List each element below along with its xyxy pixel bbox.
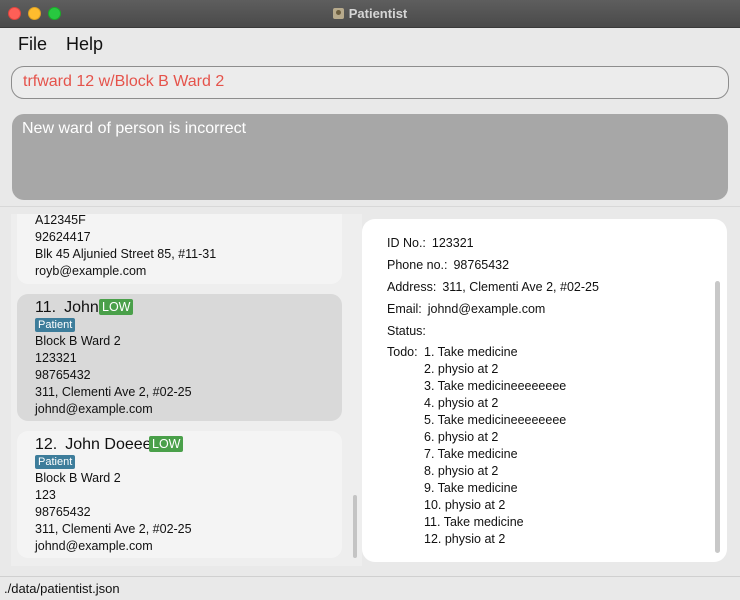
detail-status: Status: [387,324,432,338]
detail-phone-value: 98765432 [453,258,510,272]
todo-item: 12. physio at 2 [424,532,506,546]
person-address: 311, Clementi Ave 2, #02-25 [35,522,192,536]
result-display: New ward of person is incorrect [12,114,728,200]
person-index: 12. [35,436,58,453]
todo-item: 3. Take medicineeeeeeee [424,379,567,393]
detail-email: Email: johnd@example.com [387,302,545,316]
window-title: Patientist [348,6,408,21]
person-id: 123321 [35,351,77,365]
todo-item: 9. Take medicine [424,481,518,495]
data-file-path: ./data/patientist.json [4,581,120,596]
person-list-panel[interactable]: A12345F 92624417 Blk 45 Aljunied Street … [11,214,362,566]
person-email: royb@example.com [35,264,147,278]
todo-item: 1. Take medicine [424,345,518,359]
person-phone: 92624417 [35,230,91,244]
detail-status-label: Status: [387,324,426,338]
todo-item: 2. physio at 2 [424,362,499,376]
person-address: 311, Clementi Ave 2, #02-25 [35,385,192,399]
status-bar: ./data/patientist.json [0,576,740,600]
detail-id-value: 123321 [431,236,474,250]
person-name: 12. John Doeee [35,436,152,454]
person-ward: Block B Ward 2 [35,471,121,485]
todo-item: 4. physio at 2 [424,396,499,410]
person-name-text: John [64,299,99,316]
detail-id: ID No.: 123321 [387,236,474,250]
list-scrollbar[interactable] [353,495,357,558]
todo-item: 8. physio at 2 [424,464,499,478]
todo-item: 7. Take medicine [424,447,518,461]
detail-email-value: johnd@example.com [427,302,546,316]
todo-item: 10. physio at 2 [424,498,506,512]
detail-id-label: ID No.: [387,236,426,250]
person-name-text: John Doeee [65,436,152,453]
person-phone: 98765432 [35,505,91,519]
divider [0,206,740,207]
person-address: Blk 45 Aljunied Street 85, #11-31 [35,247,217,261]
person-card[interactable]: 12. John Doeee LOW Patient Block B Ward 2… [17,431,342,558]
detail-address: Address: 311, Clementi Ave 2, #02-25 [387,280,599,294]
person-details-panel: ID No.: 123321 Phone no.: 98765432 Address… [362,219,727,562]
person-id: 123 [35,488,56,502]
menu-file[interactable]: File [18,34,47,55]
todo-item: 5. Take medicineeeeeeee [424,413,567,427]
todo-item: 11. Take medicine [424,515,524,529]
app-icon [332,8,344,19]
menu-help[interactable]: Help [66,34,103,55]
person-card[interactable]: A12345F 92624417 Blk 45 Aljunied Street … [17,214,342,284]
result-message: New ward of person is incorrect [22,120,247,137]
window-title-group: Patientist [0,6,740,21]
person-phone: 98765432 [35,368,91,382]
menu-bar: File Help [0,28,740,60]
title-bar: Patientist [0,0,740,28]
person-card-selected[interactable]: 11. John LOW Patient Block B Ward 2 12332… [17,294,342,421]
person-id: A12345F [35,214,86,227]
person-ward: Block B Ward 2 [35,334,121,348]
details-scrollbar[interactable] [715,281,720,553]
command-box[interactable] [11,66,729,99]
command-input[interactable] [23,73,713,91]
patient-type-tag: Patient [35,455,76,469]
todo-item: 6. physio at 2 [424,430,499,444]
todo-label: Todo: [387,345,418,359]
detail-address-value: 311, Clementi Ave 2, #02-25 [442,280,599,294]
detail-email-label: Email: [387,302,422,316]
patient-type-tag: Patient [35,318,76,332]
person-email: johnd@example.com [35,402,153,416]
detail-phone: Phone no.: 98765432 [387,258,509,272]
priority-badge: LOW [149,436,184,452]
priority-badge: LOW [99,299,134,315]
person-email: johnd@example.com [35,539,153,553]
person-index: 11. [35,299,57,316]
detail-phone-label: Phone no.: [387,258,448,272]
person-name: 11. John [35,299,99,317]
detail-address-label: Address: [387,280,437,294]
